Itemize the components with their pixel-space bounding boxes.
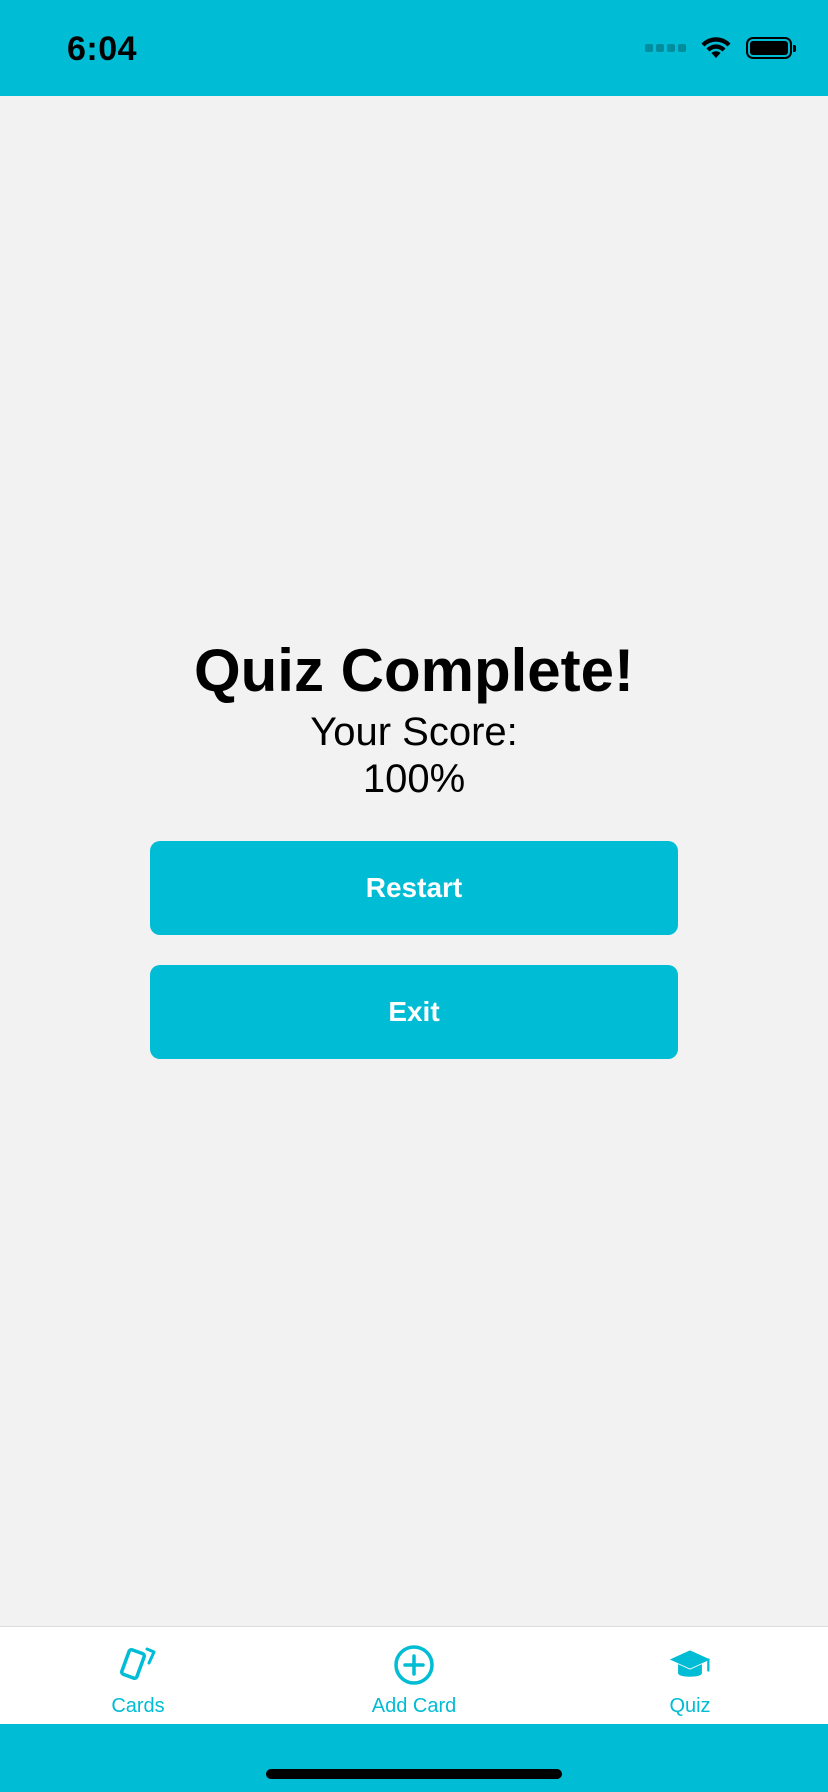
cellular-signal-icon — [645, 44, 686, 52]
status-icons — [645, 36, 796, 60]
wifi-icon — [701, 37, 731, 58]
tab-quiz-label: Quiz — [669, 1695, 711, 1717]
exit-button[interactable]: Exit — [150, 965, 678, 1059]
quiz-complete-screen: Quiz Complete! Your Score: 100% Restart … — [0, 96, 828, 1626]
status-bar: 6:04 — [0, 0, 828, 96]
status-time: 6:04 — [67, 30, 138, 68]
home-indicator-area — [0, 1724, 828, 1792]
graduation-cap-icon — [668, 1643, 712, 1687]
tab-cards[interactable]: Cards — [0, 1627, 276, 1725]
page-title: Quiz Complete! — [193, 637, 634, 704]
add-circle-icon — [392, 1643, 436, 1687]
score-value: 100% — [362, 757, 466, 801]
tab-cards-label: Cards — [111, 1695, 165, 1717]
home-indicator[interactable] — [266, 1769, 562, 1779]
tab-add-card[interactable]: Add Card — [276, 1627, 552, 1725]
restart-button[interactable]: Restart — [150, 841, 678, 935]
tab-add-card-label: Add Card — [371, 1695, 457, 1717]
cards-icon — [116, 1643, 160, 1687]
tab-bar: Cards Add Card Quiz — [0, 1626, 828, 1724]
tab-quiz[interactable]: Quiz — [552, 1627, 828, 1725]
score-label: Your Score: — [310, 710, 518, 754]
battery-icon — [746, 37, 796, 59]
